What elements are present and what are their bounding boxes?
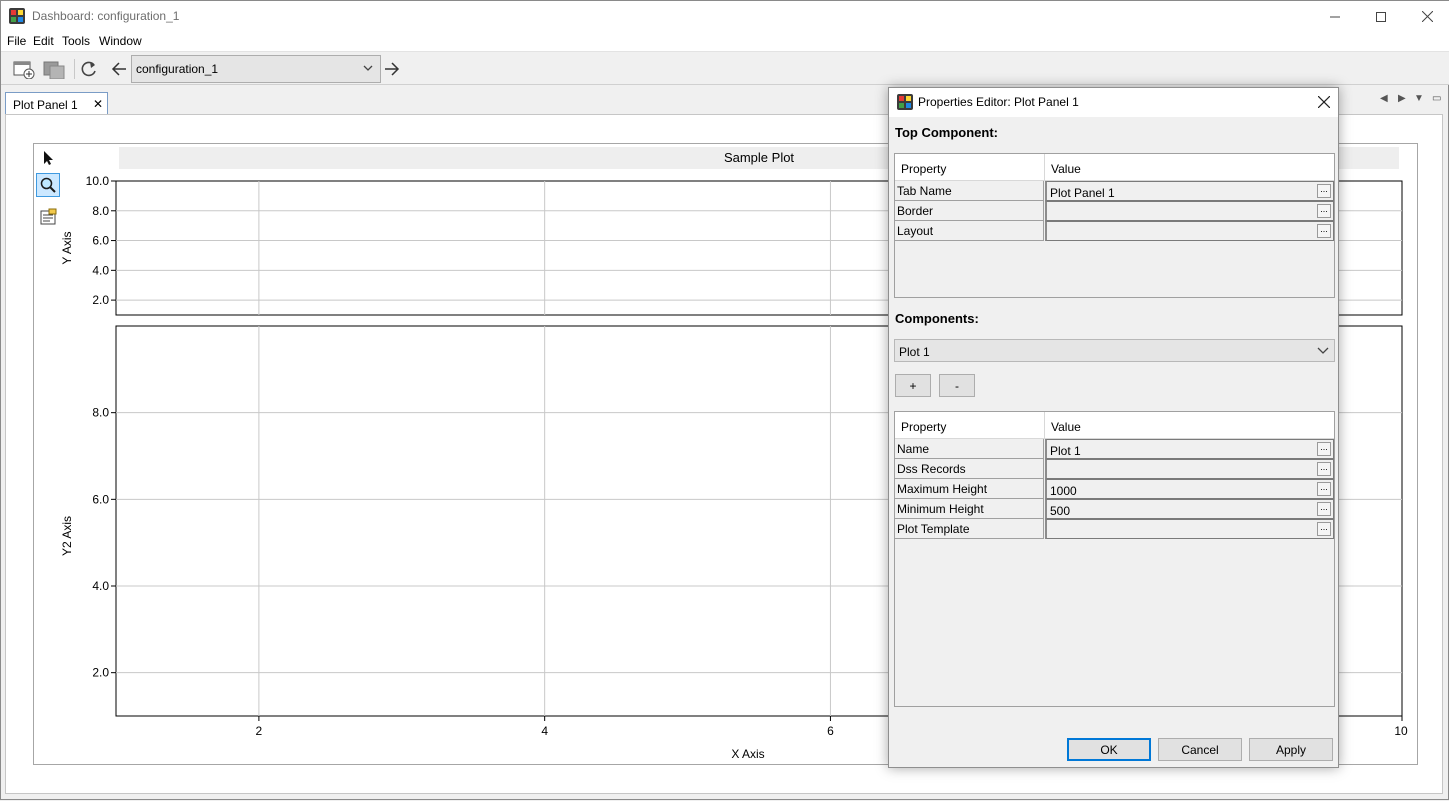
chevron-down-icon: [1317, 347, 1329, 354]
components-select[interactable]: Plot 1: [894, 339, 1335, 362]
cancel-button[interactable]: Cancel: [1158, 738, 1242, 761]
property-name: Maximum Height: [895, 479, 1044, 499]
properties-editor-dialog: Properties Editor: Plot Panel 1 Top Comp…: [888, 87, 1339, 768]
column-separator: [1044, 154, 1045, 181]
property-name: Plot Template: [895, 519, 1044, 539]
property-name: Layout: [895, 221, 1044, 241]
property-name: Border: [895, 201, 1044, 221]
ok-button[interactable]: OK: [1067, 738, 1151, 761]
ellipsis-button[interactable]: ...: [1317, 204, 1331, 218]
ellipsis-button[interactable]: ...: [1317, 184, 1331, 198]
y-tick-label: 6.0: [92, 234, 109, 248]
y-tick-label: 4.0: [92, 263, 109, 277]
value-column-header: Value: [1051, 420, 1081, 434]
y-axis-label: Y Axis: [60, 231, 74, 264]
y-tick-label: 6.0: [92, 492, 109, 506]
table-row[interactable]: Tab Name Plot Panel 1...: [895, 181, 1334, 201]
table-row[interactable]: Plot Template ...: [895, 519, 1334, 539]
y-tick-label: 8.0: [92, 406, 109, 420]
ellipsis-button[interactable]: ...: [1317, 522, 1331, 536]
y-tick-label: 8.0: [92, 204, 109, 218]
y-tick-label: 10.0: [86, 174, 110, 188]
property-value-field[interactable]: 500...: [1045, 499, 1334, 519]
top-component-heading: Top Component:: [895, 125, 999, 140]
property-column-header: Property: [901, 162, 947, 176]
ellipsis-button[interactable]: ...: [1317, 442, 1331, 456]
table-header: Property Value: [895, 154, 1334, 181]
property-value-field[interactable]: ...: [1045, 201, 1334, 221]
ellipsis-button[interactable]: ...: [1317, 462, 1331, 476]
x-axis-label: X Axis: [731, 747, 764, 761]
apply-button[interactable]: Apply: [1249, 738, 1333, 761]
property-name: Dss Records: [895, 459, 1044, 479]
dialog-title: Properties Editor: Plot Panel 1: [918, 95, 1079, 109]
app-logo-icon: [897, 94, 913, 110]
table-header: Property Value: [895, 412, 1334, 439]
dialog-title-bar: Properties Editor: Plot Panel 1: [889, 88, 1338, 117]
property-name: Tab Name: [895, 181, 1044, 201]
property-value: 500: [1050, 504, 1071, 518]
close-icon: [1317, 95, 1331, 109]
table-row[interactable]: Minimum Height 500...: [895, 499, 1334, 519]
ellipsis-button[interactable]: ...: [1317, 482, 1331, 496]
table-row[interactable]: Dss Records ...: [895, 459, 1334, 479]
table-row[interactable]: Maximum Height 1000...: [895, 479, 1334, 499]
x-tick-label: 4: [541, 724, 548, 738]
property-value-field[interactable]: ...: [1045, 519, 1334, 539]
y-tick-label: 2.0: [92, 293, 109, 307]
property-value-field[interactable]: Plot 1...: [1045, 439, 1334, 459]
component-properties-table: Property Value Name Plot 1... Dss Record…: [894, 411, 1335, 707]
app-window: Dashboard: configuration_1 File Edit Too…: [0, 0, 1449, 800]
top-properties-table: Property Value Tab Name Plot Panel 1... …: [894, 153, 1335, 298]
property-value-field[interactable]: 1000...: [1045, 479, 1334, 499]
property-value: Plot 1: [1050, 444, 1081, 458]
y-axis-label: Y2 Axis: [60, 516, 74, 556]
add-component-button[interactable]: +: [895, 374, 931, 397]
property-value: 1000: [1050, 484, 1077, 498]
x-tick-label: 2: [256, 724, 263, 738]
property-name: Name: [895, 439, 1044, 459]
column-separator: [1044, 412, 1045, 439]
ellipsis-button[interactable]: ...: [1317, 502, 1331, 516]
y-tick-label: 4.0: [92, 579, 109, 593]
x-tick-label: 10: [1394, 724, 1408, 738]
components-select-value: Plot 1: [899, 345, 930, 359]
ellipsis-button[interactable]: ...: [1317, 224, 1331, 238]
property-name: Minimum Height: [895, 499, 1044, 519]
components-heading: Components:: [895, 311, 979, 326]
property-value-field[interactable]: ...: [1045, 459, 1334, 479]
x-tick-label: 6: [827, 724, 834, 738]
table-row[interactable]: Layout ...: [895, 221, 1334, 241]
property-value: Plot Panel 1: [1050, 186, 1115, 200]
value-column-header: Value: [1051, 162, 1081, 176]
dialog-close-icon[interactable]: [1317, 92, 1331, 113]
y-tick-label: 2.0: [92, 666, 109, 680]
property-value-field[interactable]: Plot Panel 1...: [1045, 181, 1334, 201]
property-value-field[interactable]: ...: [1045, 221, 1334, 241]
table-row[interactable]: Border ...: [895, 201, 1334, 221]
property-column-header: Property: [901, 420, 947, 434]
remove-component-button[interactable]: -: [939, 374, 975, 397]
table-row[interactable]: Name Plot 1...: [895, 439, 1334, 459]
